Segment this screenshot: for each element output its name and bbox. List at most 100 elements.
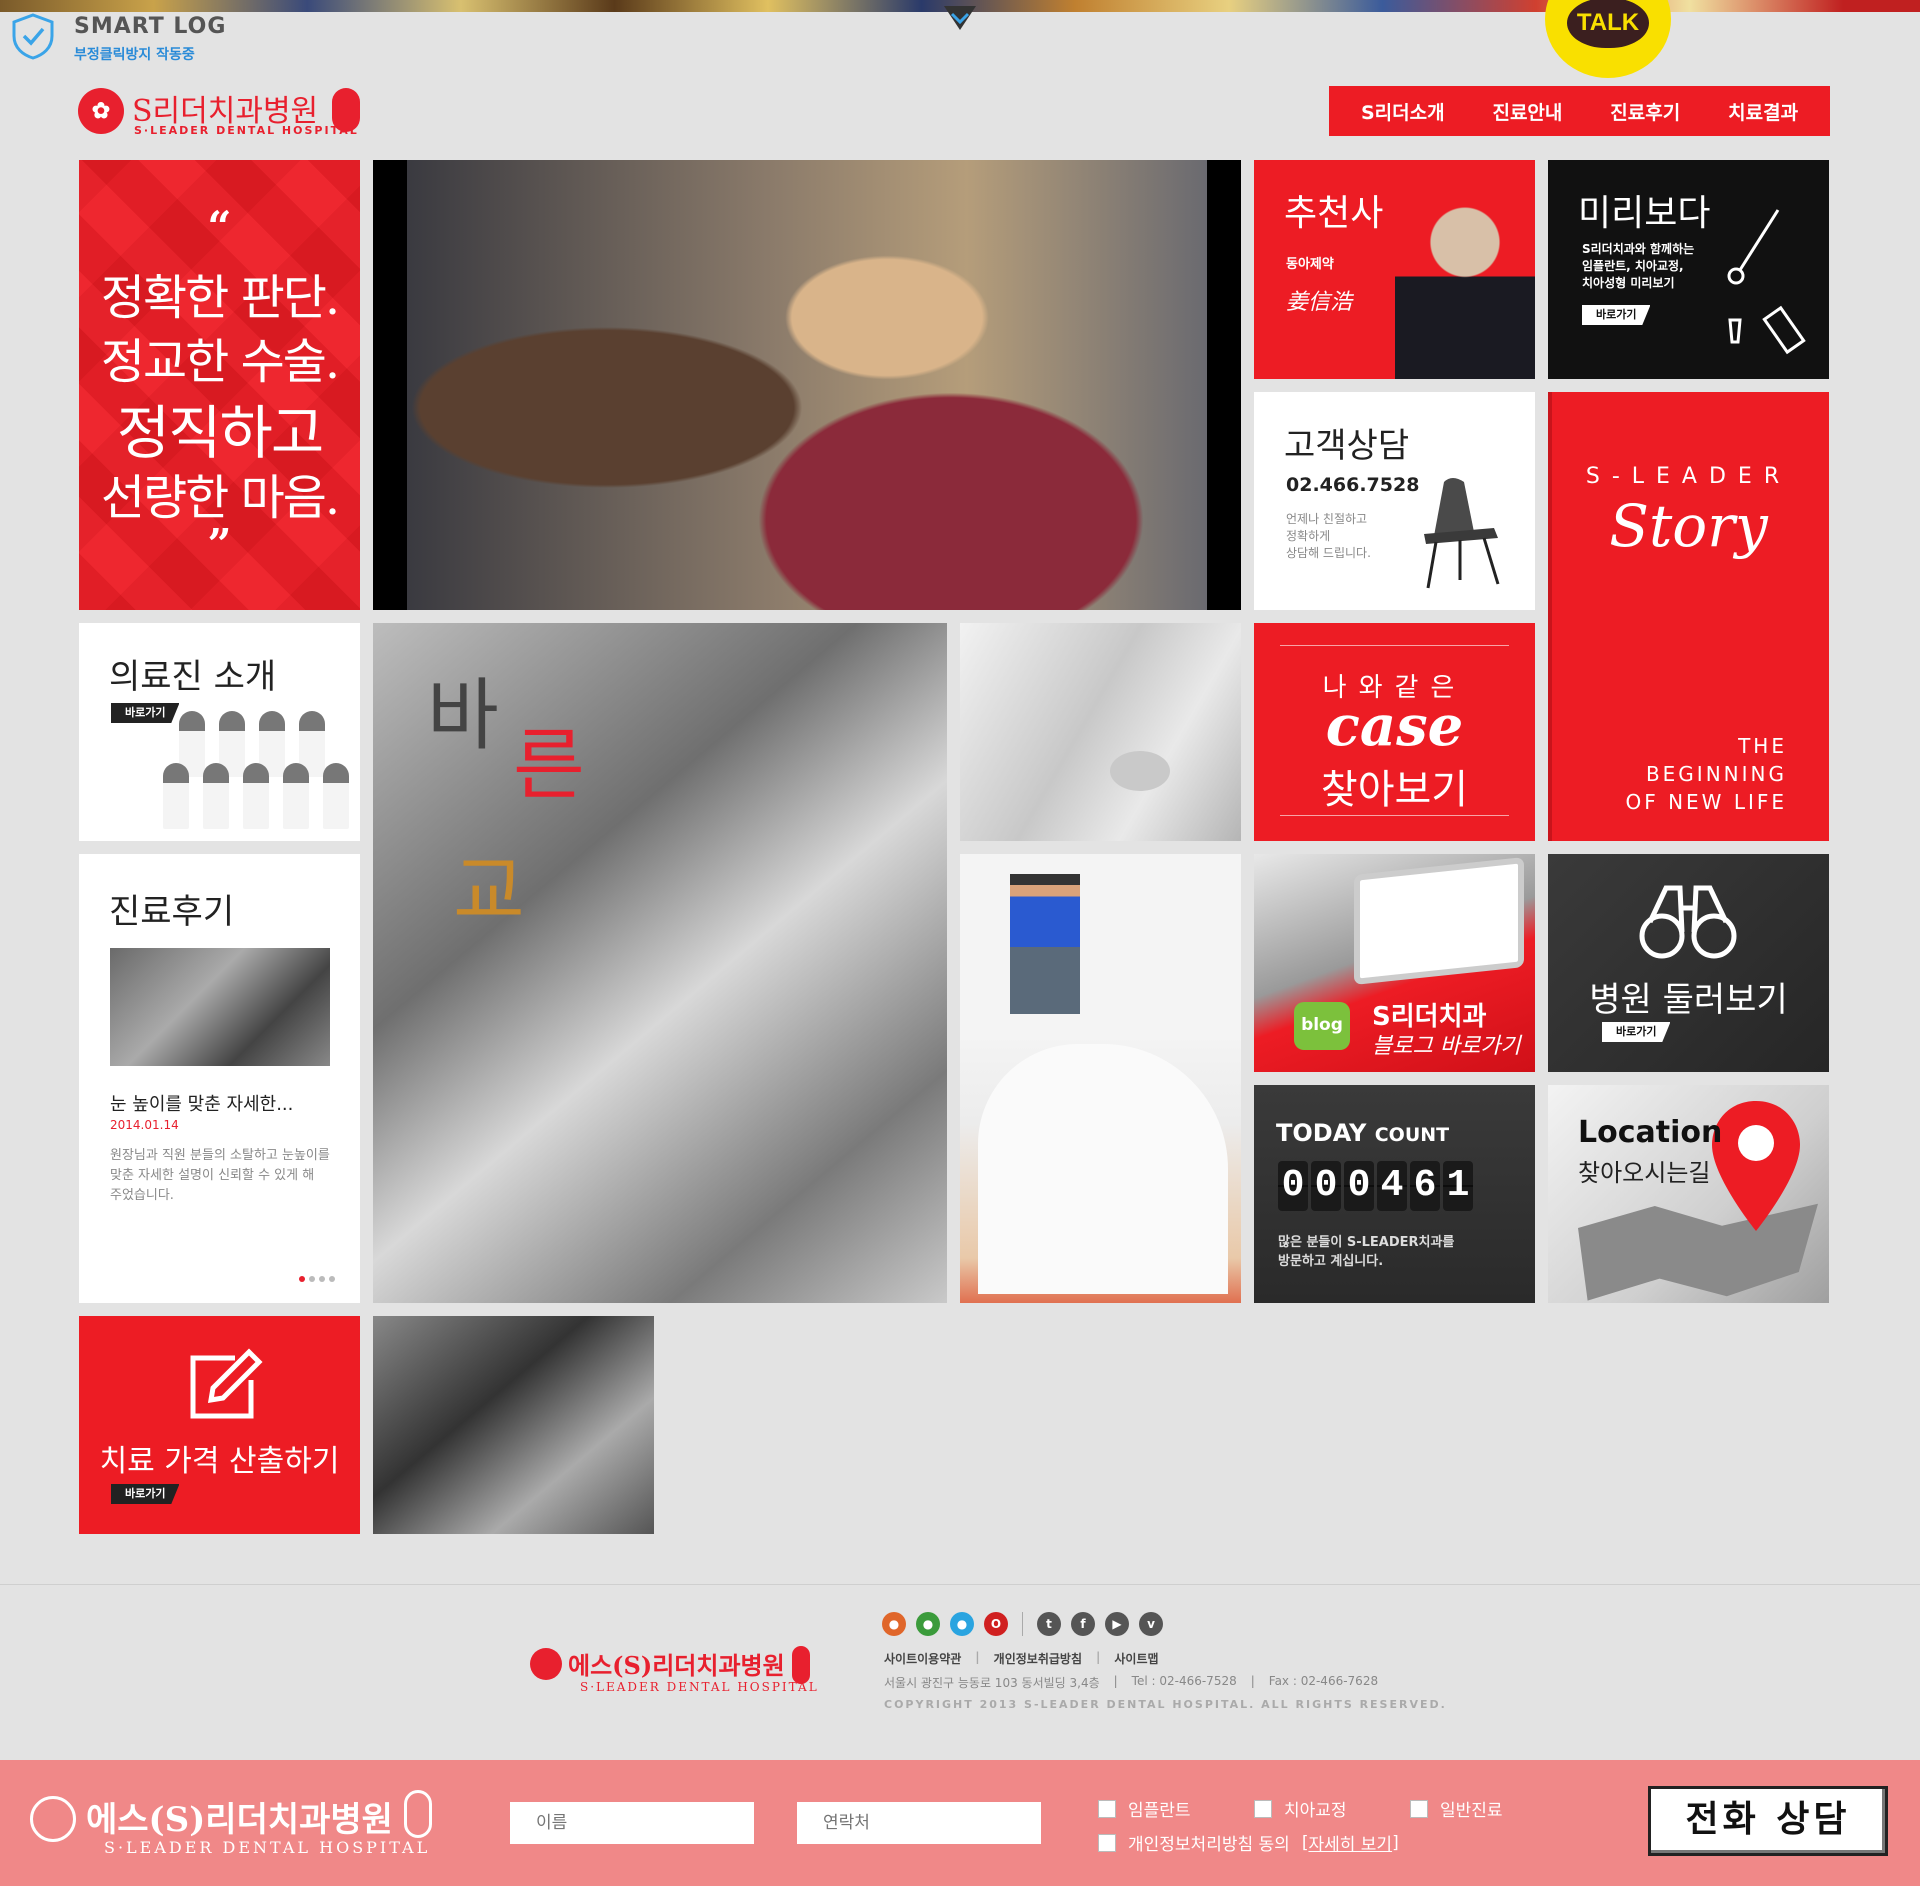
dentist-photo-tile[interactable]: 바 른 교 [373,623,947,1303]
case-bottom-line [1280,815,1509,816]
case-tile[interactable]: 나와같은 case 찾아보기 [1254,623,1535,841]
footer-link-sitemap[interactable]: 사이트맵 [1114,1650,1158,1667]
preview-tile[interactable]: 미리보다 S리더치과와 함께하는 임플란트, 치아교정, 치아성형 미리보기 바… [1548,160,1829,379]
firefox-icon[interactable]: ● [882,1612,906,1636]
bar-logo-english: S·LEADER DENTAL HOSPITAL [104,1838,431,1857]
chrome-icon[interactable]: ● [916,1612,940,1636]
facebook-icon[interactable]: f [1071,1612,1095,1636]
review-tile[interactable]: 진료후기 눈 높이를 맞춘 자세한... 2014.01.14 원장님과 직원 … [79,854,360,1303]
name-input[interactable] [510,1802,754,1844]
kakao-talk-button[interactable]: TALK [1545,0,1671,78]
count-digit-2: 0 [1311,1161,1341,1211]
check-orthodontics[interactable]: 치아교정 [1254,1796,1347,1821]
footer-separator: | [1250,1674,1255,1688]
edit-icon [190,1348,263,1419]
price-tile[interactable]: 치료 가격 산출하기 바로가기 [79,1316,360,1534]
review-dot-2[interactable] [309,1276,315,1282]
quote-line-1: 정확한 판단. [100,270,340,326]
case-big-text: case [1325,693,1464,759]
quote-line-4: 선량한 마음. [100,470,340,526]
count-digit-1: 0 [1278,1161,1308,1211]
safari-icon[interactable]: ● [950,1612,974,1636]
staff-title: 의료진 소개 [109,657,277,697]
main-nav: S리더소개 진료안내 진료후기 치료결과 [1329,86,1830,136]
nav-item-about[interactable]: S리더소개 [1361,98,1445,125]
review-title: 진료후기 [109,892,235,932]
checkbox[interactable] [1098,1799,1116,1818]
opera-icon[interactable]: O [984,1612,1008,1636]
blog-tile[interactable]: blog S리더치과 블로그 바로가기 [1254,854,1535,1072]
story-tile[interactable]: S-LEADER Story THE BEGINNING OF NEW LIFE [1548,392,1829,841]
smartlog-subtitle: 부정클릭방지 작동중 [74,47,195,63]
vimeo-icon[interactable]: v [1139,1612,1163,1636]
phone-input[interactable] [797,1802,1041,1844]
footer-link-privacy[interactable]: 개인정보취급방침 [994,1650,1082,1667]
child-exam-photo[interactable] [960,623,1241,841]
close-quote-mark: ” [207,520,232,569]
price-title: 치료 가격 산출하기 [99,1444,340,1479]
nav-item-treatment[interactable]: 진료안내 [1492,98,1562,125]
count-digit-5: 6 [1410,1161,1440,1211]
location-subtitle: 찾아오시는길 [1578,1159,1711,1187]
checkbox[interactable] [1254,1799,1272,1818]
footer-link-separator: | [1096,1650,1101,1664]
price-go-button[interactable]: 바로가기 [111,1484,180,1504]
check-general[interactable]: 일반진료 [1410,1796,1503,1821]
smartlog-badge[interactable]: SMART LOG 부정클릭방지 작동중 [10,10,230,64]
bar-logo-name: 에스(S)리더치과병원 [86,1800,393,1840]
logo-english-name: S·LEADER DENTAL HOSPITAL [134,124,359,137]
youtube-icon[interactable]: ▶ [1105,1612,1129,1636]
recommend-title: 추천사 [1284,193,1384,234]
review-dot-1[interactable] [299,1276,305,1282]
nav-item-reviews[interactable]: 진료후기 [1610,98,1680,125]
quote-tile: “ 정확한 판단. 정교한 수술. 정직하고 선량한 마음. ” [79,160,360,610]
consult-phone: 02.466.7528 [1286,474,1420,496]
privacy-bracket-close: ] [1392,1832,1399,1853]
recommend-brand: 동아제약 [1286,257,1334,272]
bar-seal-icon [30,1796,76,1842]
checkbox[interactable] [1410,1799,1428,1818]
surgery-photo[interactable] [373,1316,654,1534]
miniature-worker-photo[interactable] [960,854,1241,1303]
footer-icon-row: ● ● ● O t f ▶ v [882,1612,1163,1636]
privacy-detail-link[interactable]: 자세히 보기 [1308,1830,1392,1855]
consult-tile[interactable]: 고객상담 02.466.7528 언제나 친절하고 정확하게 상담해 드립니다. [1254,392,1535,610]
twitter-icon[interactable]: t [1037,1612,1061,1636]
consult-desc-1: 언제나 친절하고 [1286,512,1368,526]
count-label: COUNT [1374,1124,1450,1146]
seal-icon: ✿ [78,88,124,134]
nav-item-results[interactable]: 치료결과 [1728,98,1798,125]
chevron-down-icon[interactable] [940,0,980,36]
shield-check-icon [12,13,54,60]
footer-link-terms[interactable]: 사이트이용약관 [884,1650,961,1667]
story-title: Story [1609,492,1768,560]
bareun-char-2: 른 [513,721,585,811]
call-consult-button[interactable]: 전화 상담 [1648,1786,1888,1856]
review-pagination [299,1276,335,1282]
location-tile[interactable]: Location 찾아오시는길 [1548,1085,1829,1303]
review-item-title[interactable]: 눈 높이를 맞춘 자세한... [110,1090,293,1116]
bareun-char-3: 교 [453,847,525,937]
check-privacy[interactable]: 개인정보처리방침 동의 [자세히 보기] [1098,1830,1399,1855]
count-digits: 0 0 0 4 6 1 [1278,1161,1473,1211]
preview-go-button[interactable]: 바로가기 [1582,305,1651,325]
review-dot-3[interactable] [319,1276,325,1282]
staff-go-button[interactable]: 바로가기 [111,703,180,723]
video-frame-patient [407,160,1207,610]
story-foot-1: THE [1738,734,1787,758]
checkbox[interactable] [1098,1833,1116,1852]
check-implant[interactable]: 임플란트 [1098,1796,1191,1821]
recommend-tile[interactable]: 추천사 동아제약 姜信浩 [1254,160,1535,379]
main-video[interactable] [373,160,1241,610]
review-dot-4[interactable] [329,1276,335,1282]
blog-subtitle: 블로그 바로가기 [1372,1034,1521,1059]
count-digit-3: 0 [1344,1161,1374,1211]
footer-divider [0,1584,1920,1585]
site-logo[interactable]: ✿ S리더치과병원 S·LEADER DENTAL HOSPITAL [78,84,368,140]
logo-mark-icon [332,88,360,132]
tour-tile[interactable]: 병원 둘러보기 바로가기 [1548,854,1829,1072]
bar-mark-icon [404,1790,432,1838]
tour-go-button[interactable]: 바로가기 [1602,1022,1671,1042]
footer-logo-english: S·LEADER DENTAL HOSPITAL [580,1680,819,1694]
staff-tile[interactable]: 의료진 소개 바로가기 [79,623,360,841]
